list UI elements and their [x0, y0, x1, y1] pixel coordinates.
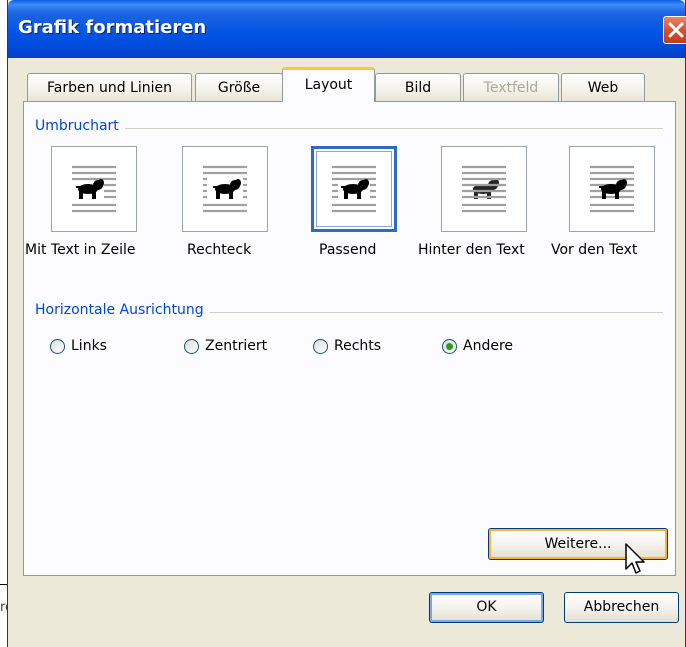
wrap-behind-text-label: Hinter den Text	[418, 242, 525, 258]
wrap-style-group-title: Umbruchart	[35, 118, 125, 134]
layout-panel: Umbruchart Mit Text in Zeile Rechteck Pa…	[23, 101, 676, 576]
wrap-inline-label: Mit Text in Zeile	[25, 242, 136, 258]
window-title: Grafik formatieren	[18, 17, 207, 38]
tab-colors-and-lines[interactable]: Farben und Linien	[27, 73, 192, 101]
tab-layout[interactable]: Layout	[282, 67, 375, 102]
wrap-in-front-icon	[590, 165, 634, 213]
radio-checked-icon	[442, 338, 457, 354]
format-picture-dialog: Grafik formatieren Farben und Linien Grö…	[7, 0, 686, 647]
align-left-label: Links	[71, 338, 107, 354]
close-icon	[668, 22, 684, 38]
mouse-pointer-icon	[625, 543, 645, 574]
wrap-tight-icon	[332, 165, 376, 213]
radio-unchecked-icon	[50, 338, 65, 354]
wrap-inline-option[interactable]	[51, 146, 137, 232]
align-left-radio[interactable]: Links	[50, 338, 107, 354]
align-center-label: Zentriert	[205, 338, 268, 354]
align-other-radio[interactable]: Andere	[442, 338, 513, 354]
radio-unchecked-icon	[313, 338, 328, 354]
close-button[interactable]	[663, 16, 686, 44]
wrap-style-group-divider	[35, 128, 663, 129]
horizontal-alignment-group-title: Horizontale Ausrichtung	[35, 302, 210, 318]
ok-button[interactable]: OK	[429, 592, 544, 623]
tab-size[interactable]: Größe	[195, 73, 283, 101]
wrap-in-front-label: Vor den Text	[551, 242, 638, 258]
align-other-label: Andere	[463, 338, 514, 354]
wrap-inline-icon	[72, 165, 116, 213]
cancel-button[interactable]: Abbrechen	[564, 592, 679, 623]
align-center-radio[interactable]: Zentriert	[184, 338, 267, 354]
wrap-in-front-option[interactable]	[569, 146, 655, 232]
align-right-radio[interactable]: Rechts	[313, 338, 381, 354]
tab-textbox: Textfeld	[463, 73, 559, 101]
wrap-square-icon	[203, 165, 247, 213]
wrap-square-label: Rechteck	[187, 242, 252, 258]
align-right-label: Rechts	[334, 338, 382, 354]
title-bar[interactable]: Grafik formatieren	[8, 0, 686, 58]
wrap-behind-text-icon	[462, 165, 506, 213]
tab-picture[interactable]: Bild	[375, 73, 461, 101]
wrap-behind-text-option[interactable]	[441, 146, 527, 232]
wrap-tight-label: Passend	[319, 242, 377, 258]
wrap-square-option[interactable]	[182, 146, 268, 232]
tab-web[interactable]: Web	[561, 73, 645, 101]
wrap-tight-option[interactable]	[311, 146, 397, 232]
radio-unchecked-icon	[184, 338, 199, 354]
